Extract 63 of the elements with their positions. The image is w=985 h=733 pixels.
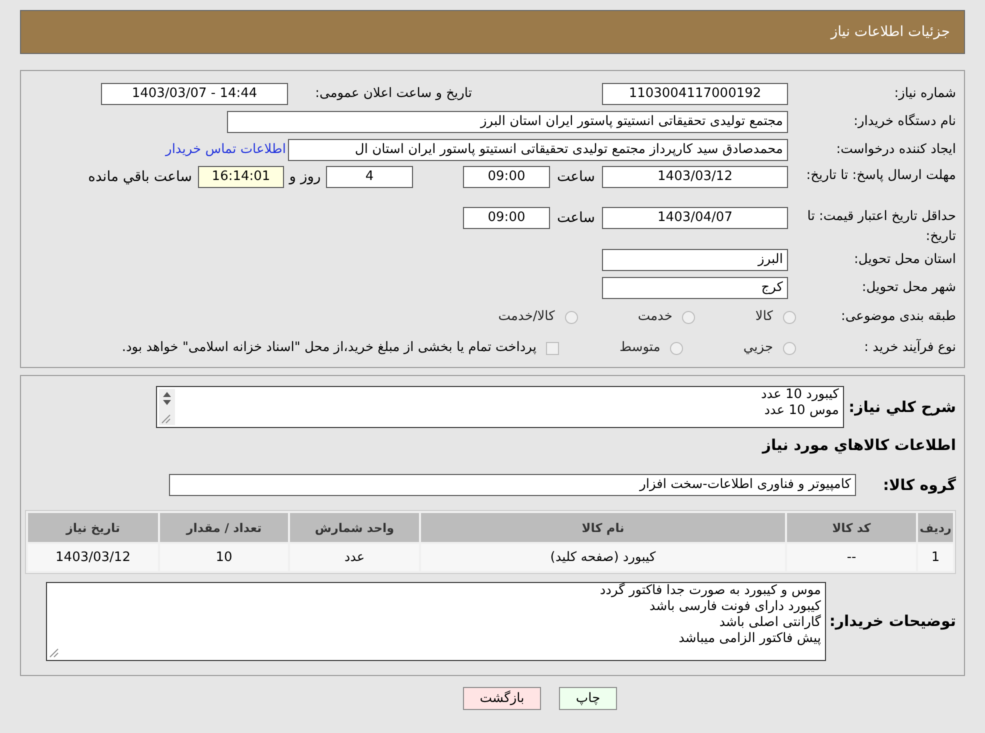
print-button[interactable]: چاپ (559, 687, 617, 710)
field-label: مهلت ارسال پاسخ: تا تاریخ: (805, 167, 956, 185)
table-cell: -- (787, 544, 916, 571)
description-field[interactable]: کیبورد 10 عدد موس 10 عدد (156, 386, 844, 428)
field-label: نوع فرآیند خرید : (863, 338, 956, 358)
days-field[interactable]: 4 (326, 166, 413, 188)
table-cell: 1 (918, 544, 953, 571)
goods-group-field[interactable]: کامپیوتر و فناوری اطلاعات-سخت افزار (169, 474, 856, 496)
remaining-time-field[interactable]: 16:14:01 (198, 166, 284, 188)
table-cell: کیبورد (صفحه کلید) (421, 544, 785, 571)
radio-button[interactable] (783, 310, 796, 324)
field-label: طبقه بندی موضوعی: (840, 308, 956, 326)
field-label: شرح کلي نیاز: (848, 396, 956, 418)
field-label: تاریخ و ساعت اعلان عمومی: (314, 84, 472, 103)
column-header: تعداد / مقدار (160, 513, 288, 542)
field-label: استان محل تحویل: (853, 250, 956, 269)
table-cell: عدد (290, 544, 419, 571)
field-label: ایجاد کننده درخواست: (835, 140, 956, 159)
creator-field[interactable]: محمدصادق سید کارپرداز مجتمع تولیدی تحقیقاتی انستیتو پاستور ایران استان ال (288, 138, 788, 160)
scroll-arrows-icon[interactable] (159, 389, 175, 425)
field-label: شماره نیاز: (893, 84, 956, 103)
table-cell: 1403/03/12 (28, 544, 158, 571)
treasury-note: پرداخت تمام یا بخشی از مبلغ خرید،از محل "اسناد خزانه اسلامی" خواهد بود. (122, 339, 536, 358)
time-label: ساعت (556, 168, 596, 187)
deadline-time-field[interactable]: 09:00 (463, 166, 550, 188)
radio-label: کالا/خدمت (498, 308, 555, 326)
field-label: گروه کالا: (882, 474, 956, 496)
column-header: کد کالا (787, 513, 916, 542)
radio-button[interactable] (783, 342, 796, 354)
need-number-field[interactable]: 1103004117000192 (602, 82, 788, 104)
radio-label: خدمت (638, 308, 672, 326)
remaining-label: ساعت باقي مانده (88, 168, 192, 187)
field-label: حداقل تاریخ اعتبار قیمت: تا تاریخ: (806, 208, 956, 246)
deadline-date-field[interactable]: 1403/03/12 (602, 166, 788, 188)
radio-button[interactable] (682, 310, 696, 324)
contact-link[interactable]: اطلاعات تماس خریدار (166, 140, 286, 160)
days-label: روز و (288, 168, 322, 187)
column-header: ردیف (918, 513, 953, 542)
radio-label: جزيي (743, 339, 773, 358)
validity-date-field[interactable]: 1403/04/07 (602, 207, 788, 229)
header-title: جزئیات اطلاعات نیاز (830, 22, 950, 42)
buyer-notes-field[interactable]: موس و کیبورد به صورت جدا فاکتور گردد کیبورد دارای فونت فارسی باشد گارانتی اصلی باشد پیش فاکتور الزامی میباشد (46, 582, 826, 661)
radio-button[interactable] (670, 342, 684, 354)
validity-time-field[interactable]: 09:00 (463, 207, 550, 229)
table-cell: 10 (160, 544, 288, 571)
radio-label: متوسط (619, 339, 660, 358)
radio-button[interactable] (564, 310, 578, 324)
column-header: تاریخ نیاز (28, 513, 158, 542)
time-label: ساعت (556, 209, 596, 228)
column-header: نام کالا (421, 513, 785, 542)
checkbox[interactable] (546, 342, 560, 354)
announce-date-field[interactable]: 1403/03/07 - 14:44 (101, 82, 288, 104)
province-field[interactable]: البرز (602, 248, 788, 270)
field-label: شهر محل تحویل: (860, 278, 956, 297)
field-label: نام دستگاه خریدار: (852, 112, 956, 131)
section-title: اطلاعات کالاهاي مورد نیاز (762, 436, 956, 454)
field-label: توضیحات خریدار: (828, 611, 956, 632)
resize-grip-icon[interactable] (49, 648, 59, 658)
radio-label: کالا (755, 308, 773, 326)
column-header: واحد شمارش (290, 513, 419, 542)
back-button[interactable]: بازگشت (463, 687, 541, 710)
city-field[interactable]: کرج (602, 276, 788, 298)
buyer-name-field[interactable]: مجتمع تولیدی تحقیقاتی انستیتو پاستور ایران استان البرز (227, 110, 788, 132)
